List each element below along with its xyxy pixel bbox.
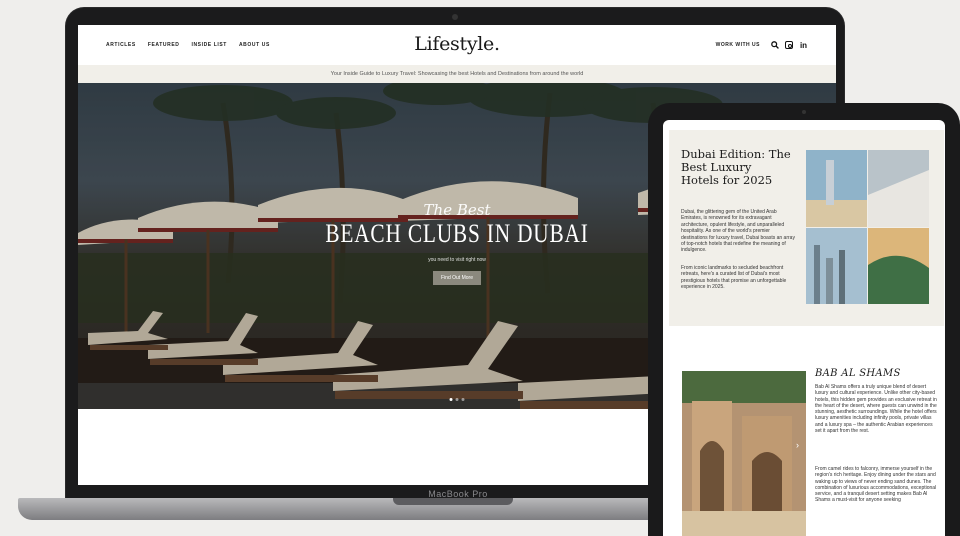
linkedin-icon[interactable]: in — [799, 41, 808, 50]
tablet-camera — [802, 110, 806, 114]
laptop-brand-label: MacBook Pro — [428, 489, 488, 499]
site-logo[interactable]: Lifestyle. — [414, 33, 500, 55]
article-card-dubai: Dubai Edition: The Best Luxury Hotels fo… — [669, 130, 944, 326]
site-header: ARTICLES FEATURED INSIDE LIST ABOUT US L… — [78, 25, 836, 65]
article-title-dubai[interactable]: Dubai Edition: The Best Luxury Hotels fo… — [681, 148, 791, 187]
header-right: WORK WITH US in — [716, 41, 808, 50]
carousel-dot[interactable] — [455, 398, 459, 401]
instagram-icon[interactable] — [785, 41, 793, 49]
tablet-screen: Dubai Edition: The Best Luxury Hotels fo… — [663, 120, 945, 536]
article-body-dubai-2: From iconic landmarks to secluded beachf… — [681, 265, 787, 291]
nav-articles[interactable]: ARTICLES — [106, 42, 136, 48]
chevron-right-icon[interactable]: › — [796, 440, 799, 450]
nav-about-us[interactable]: ABOUT US — [239, 42, 270, 48]
laptop-camera — [452, 14, 458, 20]
main-nav: ARTICLES FEATURED INSIDE LIST ABOUT US — [106, 42, 270, 48]
laptop-groove — [393, 498, 513, 505]
carousel-dot[interactable] — [449, 398, 453, 401]
article-title-bab-al-shams[interactable]: BAB AL SHAMS — [815, 368, 901, 379]
carousel-dots — [449, 398, 465, 401]
article-body-dubai: Dubai, the glittering gem of the United … — [681, 209, 795, 254]
bab-al-shams-photo — [682, 371, 806, 536]
search-icon[interactable] — [770, 41, 779, 50]
tagline-bar: Your Inside Guide to Luxury Travel: Show… — [78, 65, 836, 83]
work-with-us-link[interactable]: WORK WITH US — [716, 42, 760, 48]
dubai-hotels-collage — [806, 150, 929, 304]
nav-featured[interactable]: FEATURED — [148, 42, 180, 48]
carousel-dot[interactable] — [461, 398, 465, 401]
article-body-bab-al-shams-2: From camel rides to falconry, immerse yo… — [815, 466, 937, 504]
find-out-more-button[interactable]: Find Out More — [433, 271, 481, 285]
tablet-frame: Dubai Edition: The Best Luxury Hotels fo… — [648, 103, 960, 536]
article-body-bab-al-shams: Bab Al Shams offers a truly unique blend… — [815, 384, 937, 435]
nav-inside-list[interactable]: INSIDE LIST — [191, 42, 227, 48]
